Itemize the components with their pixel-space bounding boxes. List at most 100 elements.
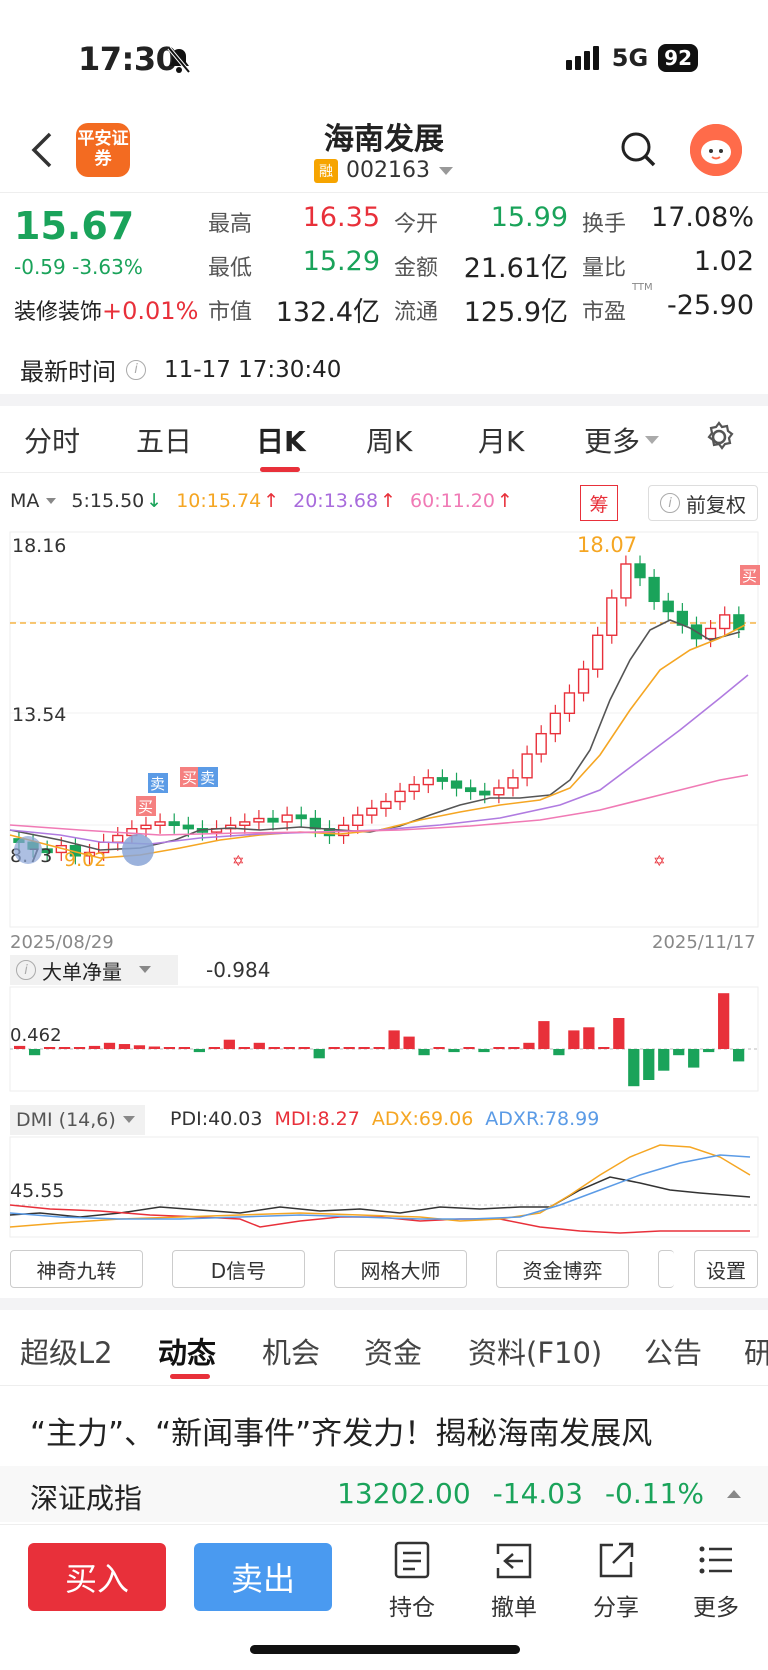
quote-label: 金额: [394, 256, 439, 281]
volume-bar: [358, 1047, 370, 1049]
chip-distribution-button[interactable]: 筹: [580, 485, 618, 521]
kline-chart[interactable]: 18.16 13.54 8.73 18.07 9.02 2025/08/29 2…: [0, 530, 768, 960]
nav-more-label: 更多: [693, 1595, 739, 1621]
sell-marker: 卖: [200, 769, 215, 787]
quote-label: 量比: [582, 256, 627, 281]
tab-funds[interactable]: 资金: [364, 1330, 422, 1372]
quote-label: 市盈: [582, 300, 627, 325]
candle-body: [182, 824, 194, 830]
mute-icon: [166, 46, 192, 78]
quote-value: 1.02: [693, 246, 754, 277]
volume-bar: [598, 1047, 610, 1049]
assistant-avatar[interactable]: [690, 124, 742, 176]
nav-holdings-label: 持仓: [389, 1595, 435, 1621]
dmi-values: PDI:40.03 MDI:8.27 ADX:69.06 ADXR:78.99: [170, 1108, 599, 1130]
y-axis-mid: 13.54: [12, 704, 66, 726]
nav-more[interactable]: 更多: [676, 1540, 756, 1622]
settings-gear-icon[interactable]: [702, 420, 736, 458]
nav-cancel-order[interactable]: 撤单: [474, 1540, 554, 1622]
candle-body: [521, 753, 533, 779]
volume-bar: [448, 1049, 460, 1053]
divider: [0, 192, 768, 193]
ma-legend[interactable]: MA 5:15.50 ↓ 10:15.74 ↑ 20:13.68 ↑ 60:11.20…: [10, 490, 513, 512]
volume-bar: [298, 1047, 310, 1049]
candle-body: [563, 692, 576, 715]
divider: [0, 1385, 768, 1386]
nav-cancel-label: 撤单: [491, 1595, 537, 1621]
volume-bar: [673, 1049, 685, 1056]
latest-time-value: 11-17 17:30:40: [164, 356, 342, 383]
info-icon[interactable]: i: [126, 359, 146, 380]
tab-monthly-k[interactable]: 月K: [478, 420, 524, 460]
dmi-selector[interactable]: DMI (14,6): [10, 1105, 145, 1135]
caret-up-icon[interactable]: [726, 1488, 742, 1500]
candle-body: [394, 790, 406, 803]
search-icon[interactable]: [620, 130, 658, 174]
tab-f10[interactable]: 资料(F10): [468, 1330, 602, 1372]
volume-bar: [478, 1049, 490, 1053]
quote-value: 125.9亿: [463, 297, 568, 328]
volume-bar-chart: 0.462: [9, 986, 759, 1092]
y-axis-max: 18.16: [12, 535, 66, 557]
status-right: 5G 92: [565, 44, 698, 72]
indicator-value: -0.984: [206, 958, 271, 982]
buy-button[interactable]: 买入: [28, 1543, 166, 1611]
grid-master-button[interactable]: 网格大师: [334, 1250, 467, 1288]
candle-body: [366, 807, 378, 816]
tab-news[interactable]: 动态: [158, 1330, 216, 1372]
candle-body: [436, 777, 449, 782]
tab-intraday[interactable]: 分时: [24, 420, 80, 460]
tab-opportunity[interactable]: 机会: [262, 1330, 320, 1372]
tab-announcement[interactable]: 公告: [644, 1330, 702, 1372]
candle-body: [154, 821, 166, 826]
price-change: -0.59 -3.63%: [14, 255, 143, 279]
menu-icon: [699, 1546, 732, 1574]
home-indicator: [250, 1645, 520, 1654]
candle-body: [464, 787, 477, 793]
volume-bar: [463, 1047, 475, 1049]
quote-value: -25.90: [666, 290, 754, 321]
candle-body: [408, 783, 420, 793]
adjust-mode-button[interactable]: i 前复权: [648, 485, 758, 521]
volume-bar: [403, 1036, 415, 1049]
info-icon: i: [660, 493, 680, 513]
volume-bar: [58, 1047, 71, 1049]
magic-nine-button[interactable]: 神奇九转: [10, 1250, 143, 1288]
adxr-value: ADXR:78.99: [485, 1108, 600, 1130]
nav-share[interactable]: 分享: [576, 1540, 656, 1622]
candle-body: [577, 668, 590, 694]
nav-holdings[interactable]: 持仓: [372, 1540, 452, 1622]
tab-super-l2[interactable]: 超级L2: [20, 1330, 113, 1372]
sell-button[interactable]: 卖出: [194, 1543, 332, 1611]
section-divider: [0, 394, 768, 406]
tab-more[interactable]: 更多: [584, 420, 660, 460]
volume-bar: [208, 1047, 220, 1049]
d-signal-button[interactable]: D信号: [172, 1250, 305, 1288]
date-end: 2025/11/17: [652, 932, 756, 953]
ma60-value: 60:11.20: [410, 490, 495, 512]
candle-body: [168, 821, 180, 826]
chevron-down-icon: [122, 1116, 135, 1123]
volume-bar: [43, 1047, 56, 1049]
dmi-axis-label: 45.55: [10, 1180, 64, 1202]
sector-info[interactable]: 装修装饰+0.01%: [14, 294, 198, 326]
arrow-down-icon: ↓: [146, 490, 163, 512]
candle-body: [704, 627, 717, 640]
tab-weekly-k[interactable]: 周K: [366, 420, 412, 460]
dmi-label: DMI (14,6): [16, 1109, 116, 1131]
quote-label: 流通: [394, 300, 439, 325]
tab-five-day[interactable]: 五日: [136, 420, 192, 460]
quote-value: 16.35: [302, 202, 380, 233]
tab-daily-k[interactable]: 日K: [256, 420, 306, 460]
capital-game-button[interactable]: 资金博弈: [496, 1250, 629, 1288]
tab-research[interactable]: 研: [744, 1330, 768, 1372]
volume-bar: [553, 1049, 565, 1056]
candle-body: [295, 814, 307, 820]
quote-value: 15.99: [490, 202, 568, 233]
adjust-mode-label: 前复权: [686, 492, 746, 517]
settings-button[interactable]: 设置: [694, 1250, 758, 1288]
stock-code: 002163: [346, 158, 430, 183]
candle-body: [253, 817, 265, 823]
indicator-selector[interactable]: i 大单净量: [10, 955, 178, 985]
news-headline[interactable]: “主力”、“新闻事件”齐发力！揭秘海南发展风: [30, 1408, 652, 1453]
